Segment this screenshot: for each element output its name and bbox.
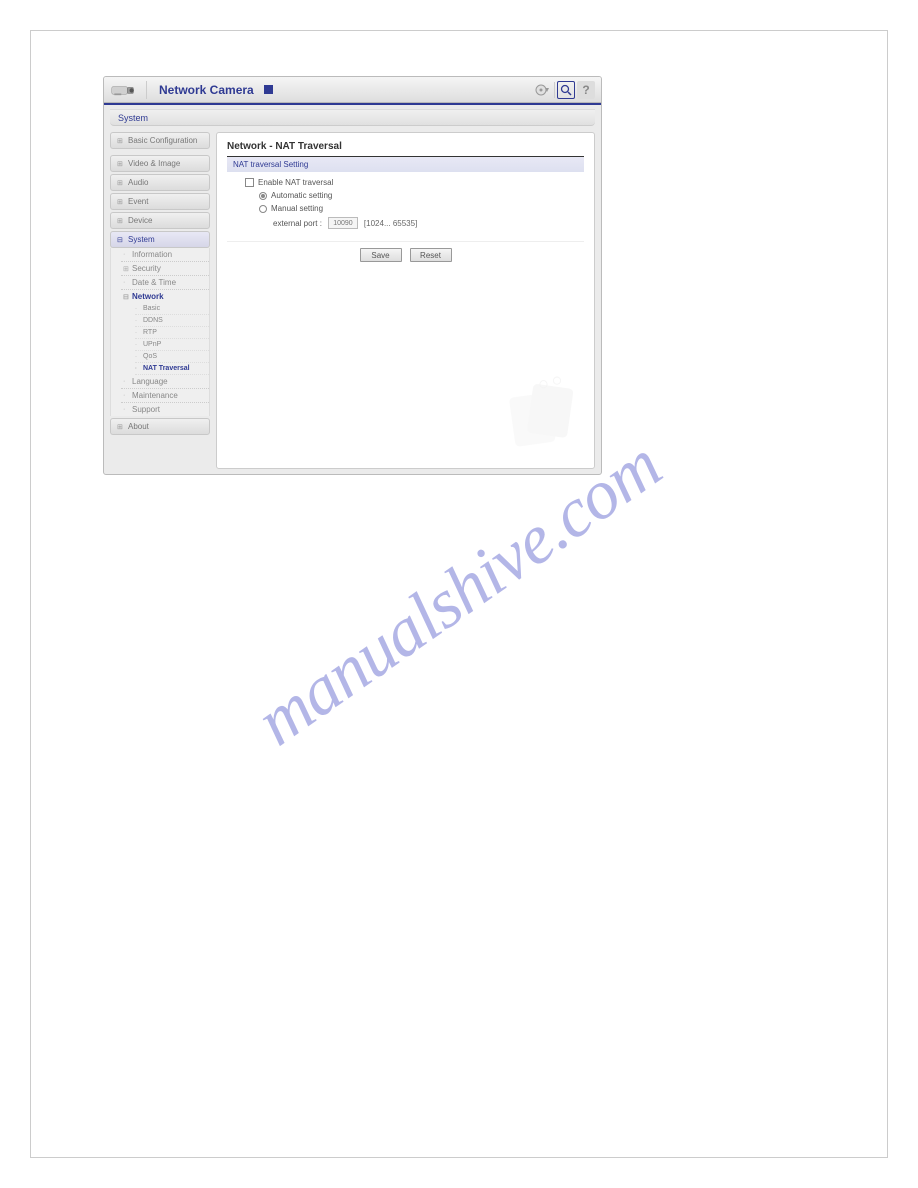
title-divider <box>146 81 147 99</box>
toolbar-divider <box>554 82 555 98</box>
breadcrumb: System <box>110 109 595 126</box>
app-title: Network Camera <box>159 83 254 97</box>
sidebar-item-audio[interactable]: ⊞Audio <box>110 174 210 191</box>
sidebar: ⊞Basic Configuration ⊞Video & Image ⊞Aud… <box>110 132 210 469</box>
sidebar-item-basic-configuration[interactable]: ⊞Basic Configuration <box>110 132 210 149</box>
camera-icon <box>110 81 136 99</box>
disc-icon[interactable] <box>532 80 552 100</box>
manual-radio[interactable] <box>259 205 267 213</box>
sidebar-item-system[interactable]: ⊟System <box>110 231 210 248</box>
subitem-support[interactable]: ·Support <box>121 403 209 416</box>
sidebar-item-about[interactable]: ⊞About <box>110 418 210 435</box>
panel-title: Network - NAT Traversal <box>227 141 584 157</box>
reset-button[interactable]: Reset <box>410 248 452 262</box>
automatic-radio[interactable] <box>259 192 267 200</box>
subitem-language[interactable]: ·Language <box>121 375 209 389</box>
main-panel: Network - NAT Traversal NAT traversal Se… <box>216 132 595 469</box>
save-button[interactable]: Save <box>360 248 402 262</box>
search-icon[interactable] <box>557 81 575 99</box>
sidebar-item-device[interactable]: ⊞Device <box>110 212 210 229</box>
subitem-date-time[interactable]: ·Date & Time <box>121 276 209 290</box>
system-subtree: ·Information ⊞Security ·Date & Time ⊟Net… <box>110 248 210 416</box>
app-window: Network Camera ? System <box>103 76 602 475</box>
subsub-basic[interactable]: ·Basic <box>135 303 209 315</box>
watermark: manualshive.com <box>242 426 675 763</box>
subsub-qos[interactable]: ·QoS <box>135 351 209 363</box>
blue-divider <box>104 103 601 105</box>
subsub-rtp[interactable]: ·RTP <box>135 327 209 339</box>
help-icon[interactable]: ? <box>577 81 595 99</box>
subsub-ddns[interactable]: ·DDNS <box>135 315 209 327</box>
breadcrumb-text: System <box>118 113 148 123</box>
title-badge-icon <box>264 85 273 94</box>
port-label: external port : <box>273 219 322 228</box>
sidebar-item-video-image[interactable]: ⊞Video & Image <box>110 155 210 172</box>
port-hint: [1024... 65535] <box>364 219 417 228</box>
minus-icon: ⊟ <box>117 236 124 244</box>
subsub-upnp[interactable]: ·UPnP <box>135 339 209 351</box>
sidebar-item-event[interactable]: ⊞Event <box>110 193 210 210</box>
automatic-label: Automatic setting <box>271 191 332 200</box>
enable-nat-checkbox[interactable] <box>245 178 254 187</box>
form-divider <box>227 241 584 242</box>
external-port-input[interactable] <box>328 217 358 229</box>
background-decoration <box>494 368 584 458</box>
panel-subheader: NAT traversal Setting <box>227 157 584 172</box>
network-subtree: ·Basic ·DDNS ·RTP ·UPnP ·QoS ·NAT Traver… <box>121 303 209 375</box>
titlebar: Network Camera ? <box>104 77 601 103</box>
enable-nat-label: Enable NAT traversal <box>258 178 333 187</box>
subitem-security[interactable]: ⊞Security <box>121 262 209 276</box>
subsub-nat-traversal[interactable]: ·NAT Traversal <box>135 363 209 375</box>
manual-label: Manual setting <box>271 204 323 213</box>
subitem-maintenance[interactable]: ·Maintenance <box>121 389 209 403</box>
subitem-information[interactable]: ·Information <box>121 248 209 262</box>
subitem-network[interactable]: ⊟Network <box>121 290 209 303</box>
minus-icon: ⊟ <box>123 293 129 301</box>
